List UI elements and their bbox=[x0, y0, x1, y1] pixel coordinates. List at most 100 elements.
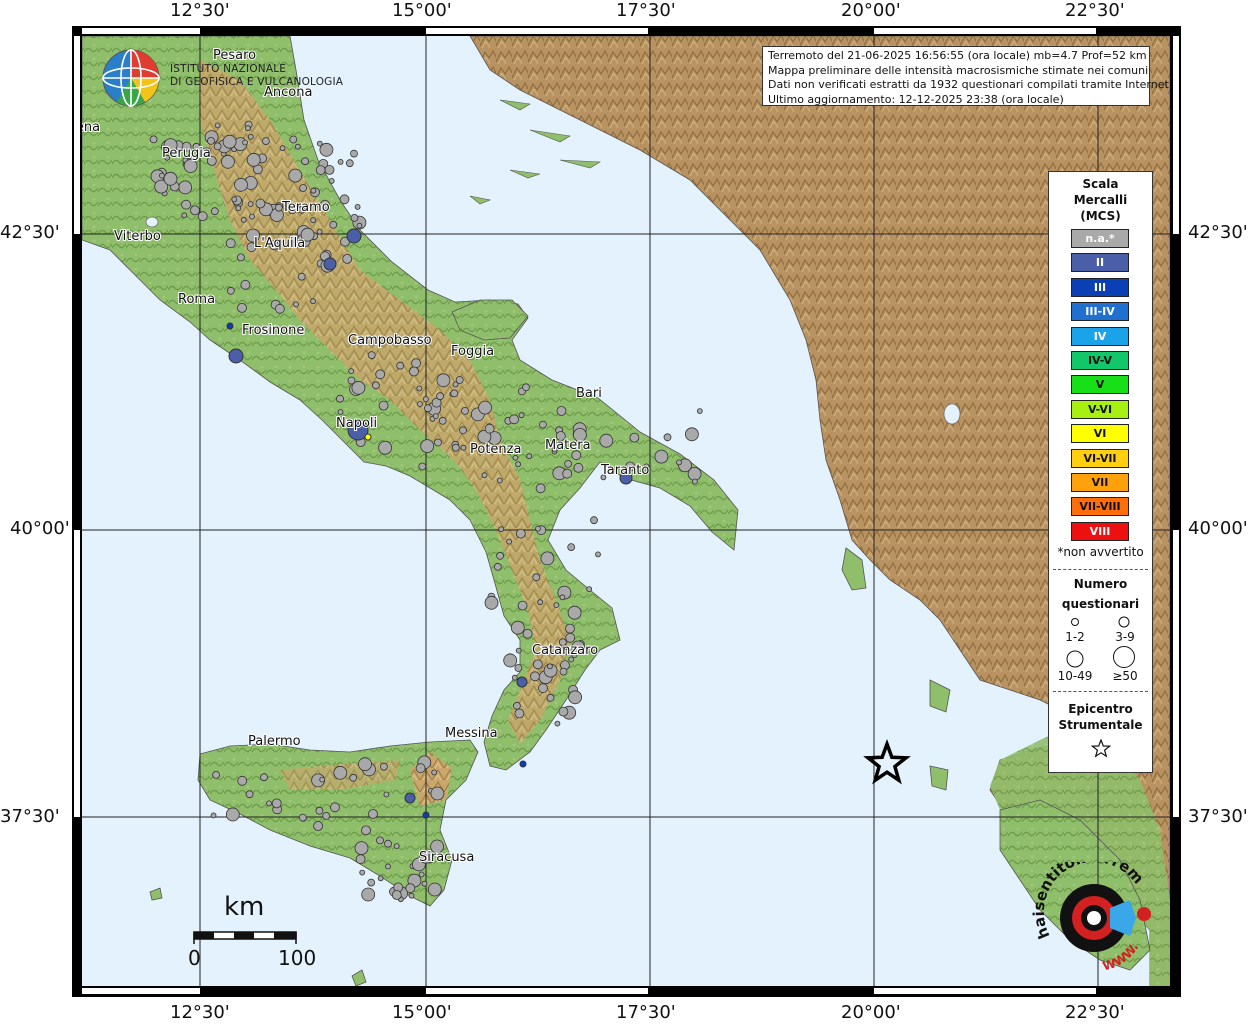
observation-point[interactable] bbox=[231, 196, 238, 203]
observation-point[interactable] bbox=[210, 812, 217, 819]
observation-point[interactable] bbox=[328, 177, 335, 184]
intensity-point-iii[interactable] bbox=[226, 322, 234, 330]
observation-point[interactable] bbox=[294, 143, 301, 150]
observation-point[interactable] bbox=[315, 165, 326, 176]
observation-point[interactable] bbox=[436, 373, 451, 388]
observation-point[interactable] bbox=[349, 773, 358, 782]
observation-point[interactable] bbox=[361, 825, 371, 836]
observation-point[interactable] bbox=[324, 164, 335, 175]
observation-point[interactable] bbox=[336, 394, 344, 403]
observation-point[interactable] bbox=[313, 821, 324, 831]
observation-point[interactable] bbox=[347, 376, 356, 385]
observation-point[interactable] bbox=[361, 887, 376, 902]
observation-point[interactable] bbox=[236, 253, 245, 262]
observation-point[interactable] bbox=[293, 301, 299, 308]
observation-point[interactable] bbox=[461, 406, 469, 415]
observation-point[interactable] bbox=[299, 184, 308, 192]
observation-point[interactable] bbox=[393, 843, 400, 849]
observation-point[interactable] bbox=[420, 439, 435, 454]
observation-point[interactable] bbox=[409, 366, 419, 377]
observation-point[interactable] bbox=[260, 773, 268, 782]
observation-point[interactable] bbox=[247, 133, 254, 140]
observation-point[interactable] bbox=[451, 443, 460, 452]
observation-point[interactable] bbox=[339, 194, 350, 205]
observation-point[interactable] bbox=[355, 854, 366, 865]
observation-point[interactable] bbox=[515, 647, 522, 654]
observation-point[interactable] bbox=[222, 134, 237, 149]
observation-point[interactable] bbox=[371, 381, 380, 390]
observation-point[interactable] bbox=[310, 217, 317, 224]
observation-point[interactable] bbox=[354, 203, 361, 210]
observation-point[interactable] bbox=[220, 154, 235, 169]
observation-point[interactable] bbox=[573, 462, 584, 473]
observation-point[interactable] bbox=[289, 135, 298, 144]
observation-point[interactable] bbox=[663, 433, 672, 442]
observation-point[interactable] bbox=[279, 145, 286, 152]
observation-point[interactable] bbox=[249, 213, 255, 220]
observation-point[interactable] bbox=[383, 791, 390, 798]
intensity-point-iii[interactable] bbox=[519, 760, 527, 768]
observation-point[interactable] bbox=[226, 286, 235, 295]
observation-point[interactable] bbox=[354, 841, 369, 855]
observation-point[interactable] bbox=[554, 720, 561, 727]
observation-point[interactable] bbox=[244, 125, 251, 132]
observation-point[interactable] bbox=[274, 303, 285, 314]
observation-point[interactable] bbox=[459, 426, 467, 435]
observation-point[interactable] bbox=[333, 765, 348, 780]
observation-point[interactable] bbox=[183, 159, 198, 173]
observation-point[interactable] bbox=[676, 459, 682, 466]
observation-point[interactable] bbox=[438, 416, 447, 425]
observation-point[interactable] bbox=[210, 207, 219, 216]
observation-point[interactable] bbox=[247, 201, 254, 208]
observation-point[interactable] bbox=[337, 409, 344, 415]
observation-point[interactable] bbox=[315, 806, 324, 815]
observation-point[interactable] bbox=[240, 216, 247, 223]
observation-point[interactable] bbox=[431, 769, 438, 776]
observation-point[interactable] bbox=[384, 839, 392, 848]
observation-point[interactable] bbox=[533, 659, 543, 670]
observation-point[interactable] bbox=[350, 213, 359, 222]
observation-point[interactable] bbox=[654, 449, 669, 464]
observation-point[interactable] bbox=[599, 433, 614, 448]
observation-point[interactable] bbox=[411, 358, 422, 369]
observation-point[interactable] bbox=[359, 869, 366, 876]
observation-point[interactable] bbox=[391, 890, 402, 900]
observation-point[interactable] bbox=[538, 683, 548, 694]
observation-point[interactable] bbox=[345, 159, 354, 168]
observation-point[interactable] bbox=[481, 472, 488, 479]
observation-point[interactable] bbox=[225, 807, 240, 822]
observation-point[interactable] bbox=[163, 171, 178, 186]
observation-point[interactable] bbox=[629, 432, 640, 443]
observation-point[interactable] bbox=[595, 551, 601, 558]
observation-point[interactable] bbox=[197, 211, 208, 222]
observation-point[interactable] bbox=[181, 212, 188, 219]
observation-point[interactable] bbox=[367, 878, 376, 887]
observation-point[interactable] bbox=[537, 599, 544, 606]
observation-point[interactable] bbox=[237, 302, 247, 313]
observation-point[interactable] bbox=[266, 800, 272, 807]
observation-point[interactable] bbox=[558, 706, 569, 717]
observation-point[interactable] bbox=[337, 158, 344, 165]
observation-point[interactable] bbox=[158, 172, 165, 179]
observation-point[interactable] bbox=[181, 199, 192, 210]
observation-point[interactable] bbox=[432, 413, 439, 420]
observation-point[interactable] bbox=[408, 892, 415, 899]
observation-point[interactable] bbox=[378, 440, 393, 455]
observation-point[interactable] bbox=[562, 468, 573, 479]
observation-point[interactable] bbox=[564, 459, 572, 468]
observation-point[interactable] bbox=[434, 438, 442, 447]
observation-point[interactable] bbox=[405, 883, 416, 894]
observation-point[interactable] bbox=[498, 526, 505, 533]
observation-point[interactable] bbox=[510, 620, 525, 635]
observation-point[interactable] bbox=[342, 253, 353, 264]
observation-point[interactable] bbox=[237, 775, 248, 786]
observation-point[interactable] bbox=[316, 140, 323, 147]
observation-point[interactable] bbox=[547, 663, 553, 670]
observation-point[interactable] bbox=[379, 762, 388, 771]
observation-point[interactable] bbox=[288, 168, 303, 183]
observation-point[interactable] bbox=[515, 461, 521, 468]
observation-point[interactable] bbox=[190, 205, 200, 216]
observation-point[interactable] bbox=[377, 875, 384, 882]
observation-point[interactable] bbox=[298, 813, 307, 822]
observation-point[interactable] bbox=[421, 880, 428, 887]
